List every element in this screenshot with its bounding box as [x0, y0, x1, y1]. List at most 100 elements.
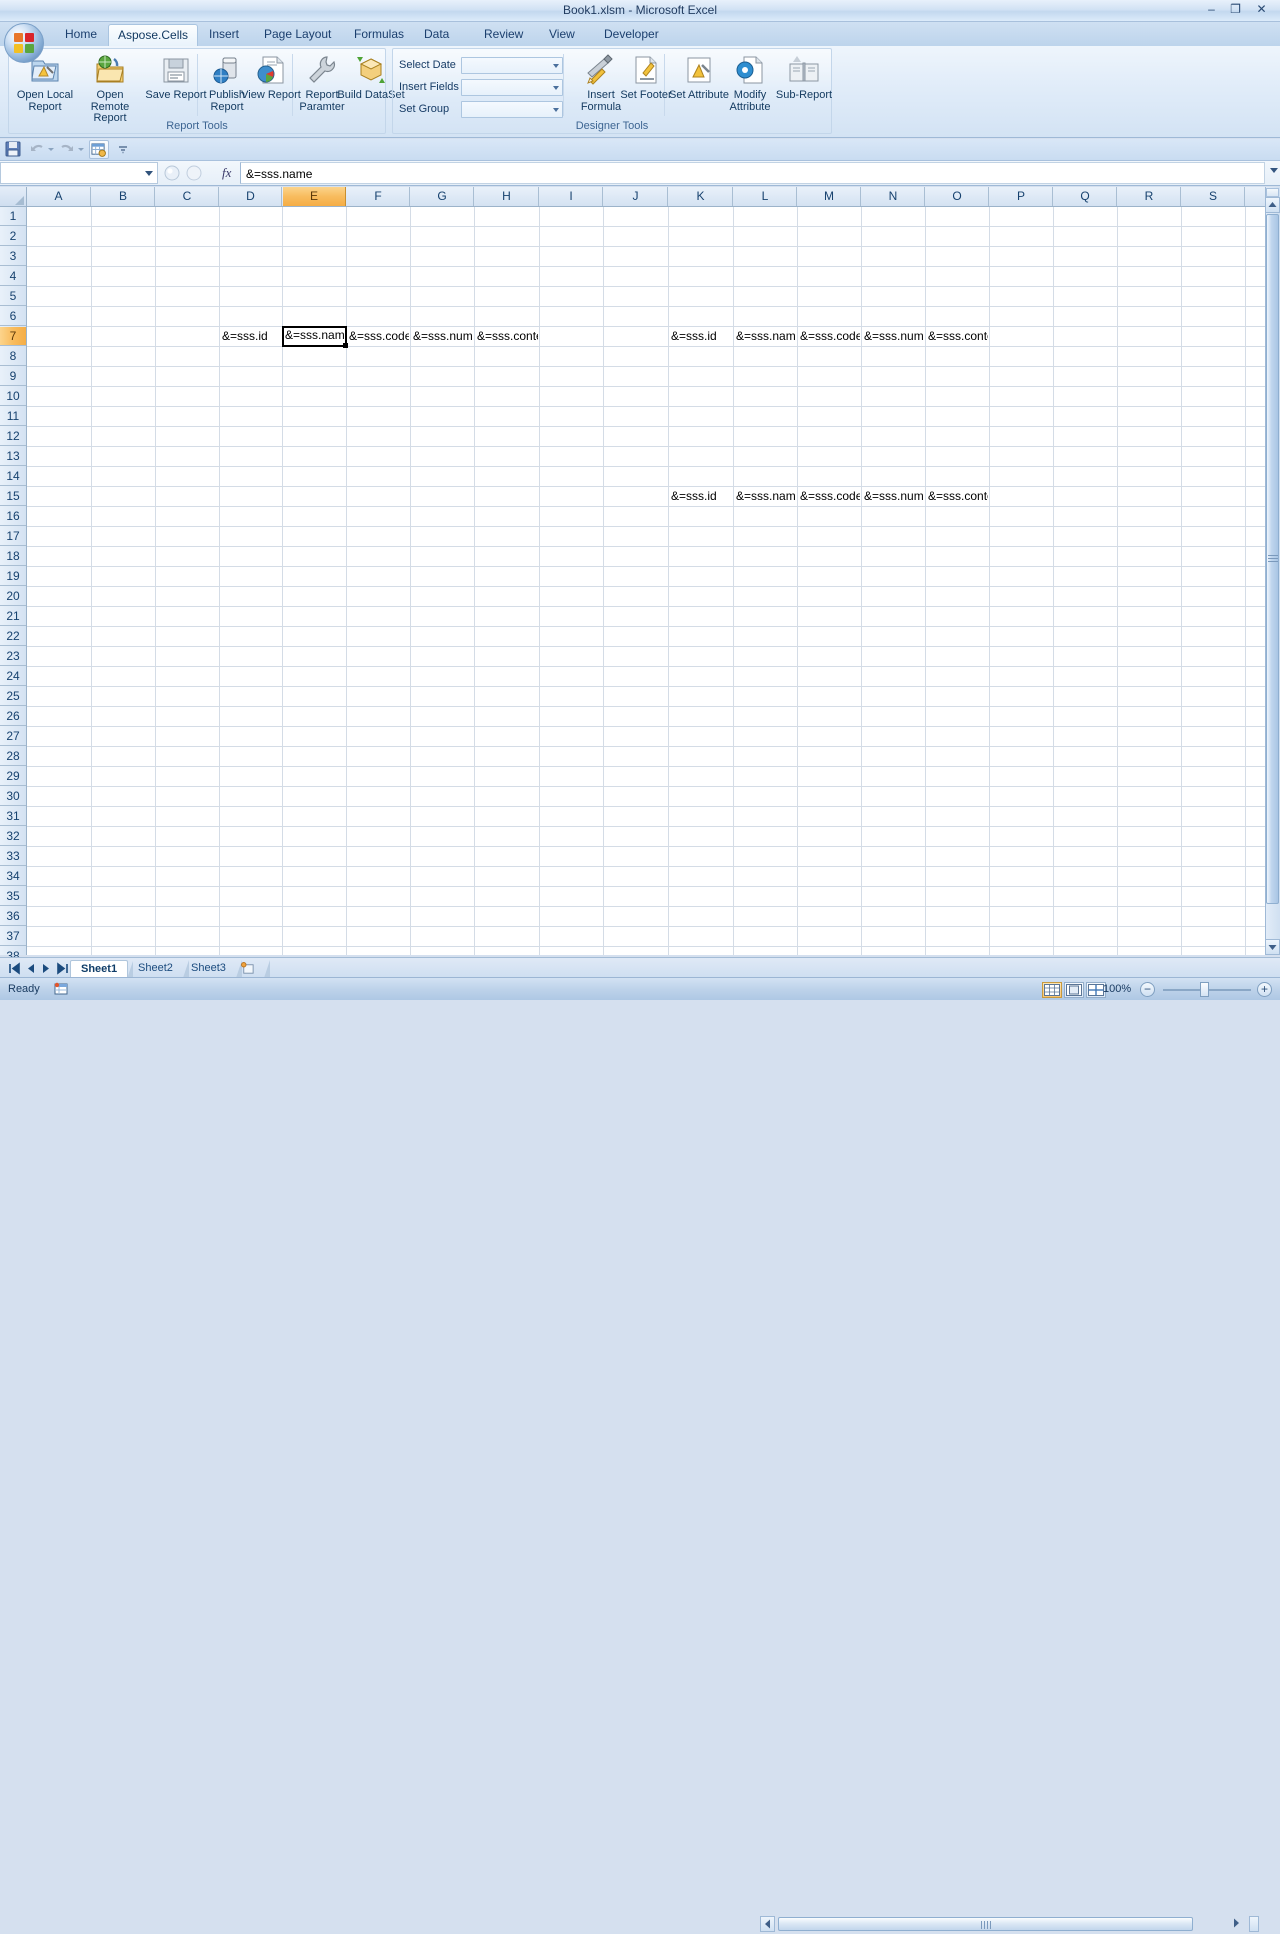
column-header-L[interactable]: L [734, 187, 797, 206]
row-header-16[interactable]: 16 [0, 507, 26, 526]
accept-formula-button[interactable] [185, 165, 203, 182]
row-header-25[interactable]: 25 [0, 687, 26, 706]
ribbon-tab-developer[interactable]: Developer [595, 24, 668, 46]
row-header-27[interactable]: 27 [0, 727, 26, 746]
column-header-I[interactable]: I [540, 187, 603, 206]
row-header-33[interactable]: 33 [0, 847, 26, 866]
redo-dropdown-arrow-icon[interactable] [78, 148, 84, 151]
ribbon-tab-formulas[interactable]: Formulas [345, 24, 413, 46]
cell-N15[interactable]: &=sss.number [862, 487, 924, 506]
row-header-5[interactable]: 5 [0, 287, 26, 306]
row-header-9[interactable]: 9 [0, 367, 26, 386]
sheet-tab-sheet3[interactable]: Sheet3 [181, 960, 242, 978]
zoom-slider-thumb[interactable] [1200, 982, 1209, 997]
undo-dropdown-arrow-icon[interactable] [48, 148, 54, 151]
set-group-combo[interactable] [461, 101, 563, 118]
column-header-C[interactable]: C [156, 187, 219, 206]
row-header-37[interactable]: 37 [0, 927, 26, 946]
row-header-23[interactable]: 23 [0, 647, 26, 666]
scroll-left-button[interactable] [760, 1916, 775, 1932]
cell-K15[interactable]: &=sss.id [669, 487, 732, 506]
row-header-15[interactable]: 15 [0, 487, 26, 506]
active-cell-E7[interactable]: &=sss.name [282, 326, 348, 348]
column-header-M[interactable]: M [798, 187, 861, 206]
row-header-10[interactable]: 10 [0, 387, 26, 406]
next-sheet-button[interactable] [40, 962, 53, 975]
cell-N7[interactable]: &=sss.number [862, 327, 924, 346]
column-header-Q[interactable]: Q [1054, 187, 1117, 206]
cell-L7[interactable]: &=sss.name [734, 327, 796, 346]
scroll-down-button[interactable] [1265, 939, 1280, 955]
column-header-O[interactable]: O [926, 187, 989, 206]
formula-input[interactable]: &=sss.name [240, 162, 1265, 184]
row-header-11[interactable]: 11 [0, 407, 26, 426]
cell-D7[interactable]: &=sss.id [220, 327, 281, 346]
row-header-28[interactable]: 28 [0, 747, 26, 766]
sheet-tab-sheet2[interactable]: Sheet2 [128, 960, 189, 978]
row-header-36[interactable]: 36 [0, 907, 26, 926]
save-button[interactable] [5, 141, 23, 159]
column-header-P[interactable]: P [990, 187, 1053, 206]
fill-handle[interactable] [343, 343, 348, 348]
row-header-22[interactable]: 22 [0, 627, 26, 646]
zoom-out-button[interactable]: − [1140, 982, 1155, 997]
vertical-scroll-thumb[interactable] [1266, 214, 1279, 904]
name-box[interactable] [0, 162, 158, 184]
row-header-35[interactable]: 35 [0, 887, 26, 906]
ribbon-tab-data[interactable]: Data [415, 24, 458, 46]
column-header-S[interactable]: S [1182, 187, 1245, 206]
row-header-4[interactable]: 4 [0, 267, 26, 286]
row-header-24[interactable]: 24 [0, 667, 26, 686]
horizontal-scroll-thumb[interactable] [778, 1917, 1193, 1931]
column-header-D[interactable]: D [220, 187, 282, 206]
normal-view-button[interactable] [1042, 982, 1062, 998]
row-header-29[interactable]: 29 [0, 767, 26, 786]
select-date-combo[interactable] [461, 57, 563, 74]
row-header-18[interactable]: 18 [0, 547, 26, 566]
office-button[interactable] [4, 23, 44, 63]
column-header-G[interactable]: G [411, 187, 474, 206]
column-header-R[interactable]: R [1118, 187, 1181, 206]
row-header-31[interactable]: 31 [0, 807, 26, 826]
zoom-in-button[interactable]: + [1257, 982, 1272, 997]
column-header-F[interactable]: F [347, 187, 410, 206]
column-header-E[interactable]: E [283, 187, 346, 206]
row-header-32[interactable]: 32 [0, 827, 26, 846]
ribbon-tab-review[interactable]: Review [475, 24, 532, 46]
ribbon-tab-aspose-cells[interactable]: Aspose.Cells [108, 24, 199, 46]
redo-button[interactable] [59, 141, 77, 159]
ribbon-tab-home[interactable]: Home [56, 24, 106, 46]
sheet-tab-sheet1[interactable]: Sheet1 [70, 960, 134, 979]
insert-worksheet-tab[interactable] [231, 960, 270, 978]
row-header-19[interactable]: 19 [0, 567, 26, 586]
ribbon-tab-insert[interactable]: Insert [200, 24, 248, 46]
row-header-17[interactable]: 17 [0, 527, 26, 546]
set-footer-button[interactable]: Set Footer [616, 52, 676, 118]
horizontal-split-handle[interactable] [1249, 1916, 1259, 1932]
row-header-14[interactable]: 14 [0, 467, 26, 486]
ribbon-tab-view[interactable]: View [540, 24, 584, 46]
insert-fields-combo[interactable] [461, 79, 563, 96]
window-close-button[interactable]: ✕ [1252, 2, 1271, 18]
window-restore-button[interactable]: ❐ [1226, 2, 1245, 18]
column-header-B[interactable]: B [92, 187, 155, 206]
row-header-6[interactable]: 6 [0, 307, 26, 326]
first-sheet-button[interactable] [8, 962, 21, 975]
row-header-34[interactable]: 34 [0, 867, 26, 886]
row-header-8[interactable]: 8 [0, 347, 26, 366]
cell-G7[interactable]: &=sss.number [411, 327, 473, 346]
select-all-corner-button[interactable] [0, 187, 27, 207]
column-header-H[interactable]: H [475, 187, 539, 206]
vertical-split-handle[interactable] [1266, 188, 1279, 197]
cell-O15[interactable]: &=sss.context [926, 487, 988, 506]
row-header-7[interactable]: 7 [0, 327, 26, 346]
scroll-up-button[interactable] [1265, 197, 1280, 213]
open-remote-report-button[interactable]: Open Remote Report [80, 52, 140, 124]
row-header-20[interactable]: 20 [0, 587, 26, 606]
cell-K7[interactable]: &=sss.id [669, 327, 732, 346]
row-header-12[interactable]: 12 [0, 427, 26, 446]
row-header-13[interactable]: 13 [0, 447, 26, 466]
cell-O7[interactable]: &=sss.context [926, 327, 988, 346]
column-header-K[interactable]: K [669, 187, 733, 206]
previous-sheet-button[interactable] [24, 962, 37, 975]
